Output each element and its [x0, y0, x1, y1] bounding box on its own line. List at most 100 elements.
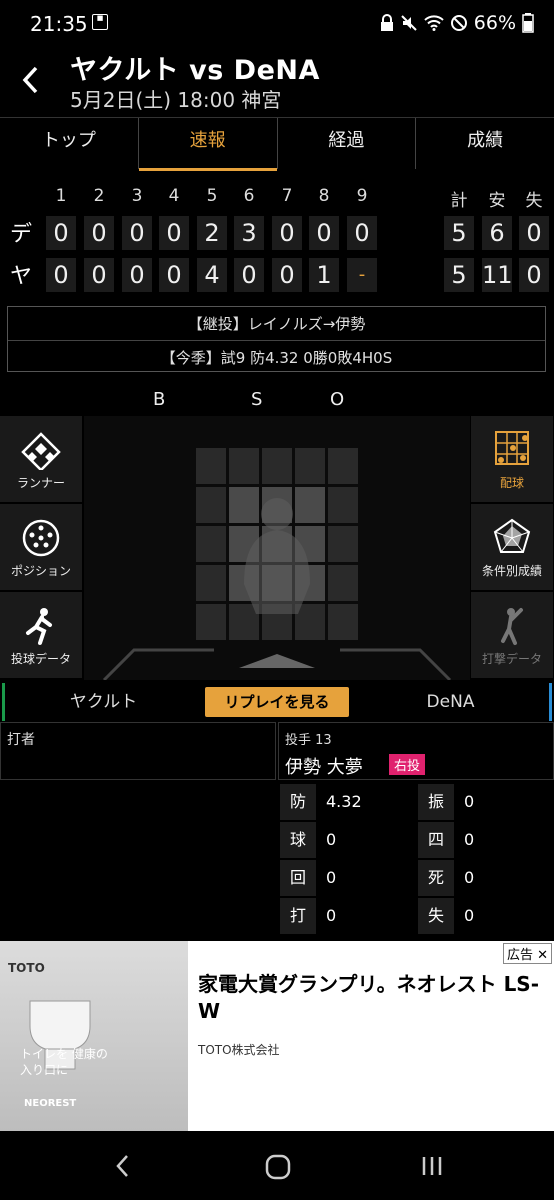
- total-runs-header: 計: [450, 191, 468, 211]
- relief-info: 【継投】レイノルズ→伊勢: [187, 315, 366, 333]
- inning-header: 8: [318, 186, 330, 206]
- runner-button[interactable]: ランナー: [0, 416, 82, 502]
- wifi-icon: [424, 15, 444, 31]
- score-cell: 0: [159, 258, 189, 292]
- batter-label: 打者: [7, 732, 35, 748]
- ad-brand-logo: TOTO: [8, 961, 45, 975]
- score-cell: 0: [272, 216, 302, 250]
- total-cell: 6: [482, 216, 512, 250]
- tab-top[interactable]: トップ: [0, 118, 139, 169]
- stat-value: 0: [464, 906, 475, 925]
- stat-key: 防: [280, 784, 316, 820]
- score-cell: 0: [46, 216, 76, 250]
- nav-recents-icon[interactable]: [420, 1154, 444, 1178]
- score-cell: 3: [234, 216, 264, 250]
- batter-icon: [501, 608, 523, 645]
- battery-icon: [522, 13, 534, 33]
- diamond-icon: [21, 432, 61, 470]
- ball-count-label: B: [153, 389, 166, 410]
- ad-product-name: NEOREST: [24, 1098, 77, 1109]
- pitcher-label: 投手 13: [285, 733, 332, 748]
- radar-chart-icon: [493, 518, 531, 553]
- team-label-home: ヤ: [10, 264, 33, 289]
- strike-zone-grid: [102, 448, 452, 682]
- strike-count-label: S: [251, 389, 263, 410]
- total-hits-header: 安: [488, 191, 506, 211]
- stats-row: 回 0 死 0: [278, 860, 554, 896]
- ad-image-text: トイレを 健康の入り口に: [20, 1047, 108, 1077]
- position-button[interactable]: ポジション: [0, 504, 82, 590]
- score-cell: 2: [197, 216, 227, 250]
- pitch-grid-icon: [495, 431, 529, 465]
- stat-key: 失: [418, 898, 454, 934]
- stat-value: 4.32: [326, 792, 362, 811]
- close-icon[interactable]: ✕: [537, 948, 548, 963]
- ad-banner[interactable]: TOTO トイレを 健康の入り口に NEOREST 広告 ✕ 家電大賞グランプリ…: [0, 941, 554, 1131]
- throwing-hand-badge: 右投: [389, 754, 426, 775]
- position-icon: [22, 519, 60, 557]
- game-datetime-venue: 5月2日(土) 18:00 神宮: [70, 88, 282, 112]
- tab-bar: トップ 速報 経過 成績: [0, 117, 554, 171]
- total-cell: 5: [444, 216, 474, 250]
- total-cell: 11: [482, 258, 513, 292]
- inning-header: 5: [206, 186, 218, 206]
- stat-key: 振: [418, 784, 454, 820]
- stat-value: 0: [326, 868, 337, 887]
- away-team-tab[interactable]: DeNA: [352, 683, 552, 721]
- battery-percent: 66%: [473, 12, 516, 34]
- out-count-label: O: [330, 389, 345, 410]
- season-stats-info: 【今季】試9 防4.32 0勝0敗4H0S: [160, 349, 393, 367]
- stats-row: 打 0 失 0: [278, 898, 554, 934]
- score-cell: 0: [159, 216, 189, 250]
- app-notification-icon: ■: [92, 14, 108, 30]
- strike-zone-view: [84, 416, 470, 682]
- status-bar: 21:35 ■ 66%: [0, 0, 554, 46]
- stat-key: 打: [280, 898, 316, 934]
- ad-title[interactable]: 家電大賞グランプリ。ネオレスト LS-W: [198, 971, 548, 1025]
- conditional-stats-button[interactable]: 条件別成績: [471, 504, 553, 590]
- tab-live[interactable]: 速報: [138, 118, 278, 171]
- score-cell: 0: [347, 216, 377, 250]
- conditional-stats-label: 条件別成績: [481, 564, 542, 578]
- score-cell: -: [347, 258, 377, 292]
- pitch-chart-button[interactable]: 配球: [471, 416, 553, 502]
- app-header: ヤクルト vs DeNA 5月2日(土) 18:00 神宮: [0, 46, 554, 116]
- total-cell: 5: [444, 258, 474, 292]
- ad-advertiser: TOTO株式会社: [198, 1043, 280, 1057]
- batting-data-button[interactable]: 打撃データ: [471, 592, 553, 678]
- stat-value: 0: [464, 792, 475, 811]
- batter-panel: 打者: [0, 722, 276, 780]
- pitching-data-button[interactable]: 投球データ: [0, 592, 82, 678]
- nav-back-icon[interactable]: [114, 1154, 132, 1178]
- batting-data-label: 打撃データ: [481, 652, 542, 666]
- stat-value: 0: [464, 868, 475, 887]
- score-cell: 0: [234, 258, 264, 292]
- replay-button[interactable]: リプレイを見る: [205, 687, 349, 717]
- stat-value: 0: [326, 906, 337, 925]
- inning-header: 4: [168, 186, 180, 206]
- inning-header: 2: [93, 186, 105, 206]
- system-nav-bar: [0, 1132, 554, 1200]
- score-cell: 0: [84, 216, 114, 250]
- tab-stats[interactable]: 成績: [416, 118, 554, 169]
- score-cell: 4: [197, 258, 227, 292]
- tab-progress[interactable]: 経過: [278, 118, 417, 169]
- score-cell: 0: [122, 216, 152, 250]
- pitch-chart-label: 配球: [499, 476, 524, 490]
- total-cell: 0: [519, 216, 549, 250]
- pitching-data-label: 投球データ: [10, 652, 71, 666]
- stats-row: 球 0 四 0: [278, 822, 554, 858]
- inning-header: 6: [243, 186, 255, 206]
- pitcher-icon: [26, 608, 52, 645]
- position-label: ポジション: [10, 564, 71, 578]
- home-team-tab[interactable]: ヤクルト: [2, 683, 202, 721]
- scoreboard: 1 2 3 4 5 6 7 8 9 計 安 失 デ 0 0 0 0 2 3 0 …: [0, 180, 554, 298]
- pitcher-panel: 投手 13 伊勢 大夢 右投: [278, 722, 554, 780]
- runner-label: ランナー: [16, 476, 65, 490]
- nav-home-icon[interactable]: [265, 1154, 291, 1180]
- stat-value: 0: [326, 830, 337, 849]
- back-arrow-icon[interactable]: [20, 64, 40, 96]
- ad-label[interactable]: 広告 ✕: [502, 943, 552, 964]
- team-label-away: デ: [10, 222, 33, 247]
- ad-image[interactable]: TOTO トイレを 健康の入り口に NEOREST: [0, 941, 188, 1131]
